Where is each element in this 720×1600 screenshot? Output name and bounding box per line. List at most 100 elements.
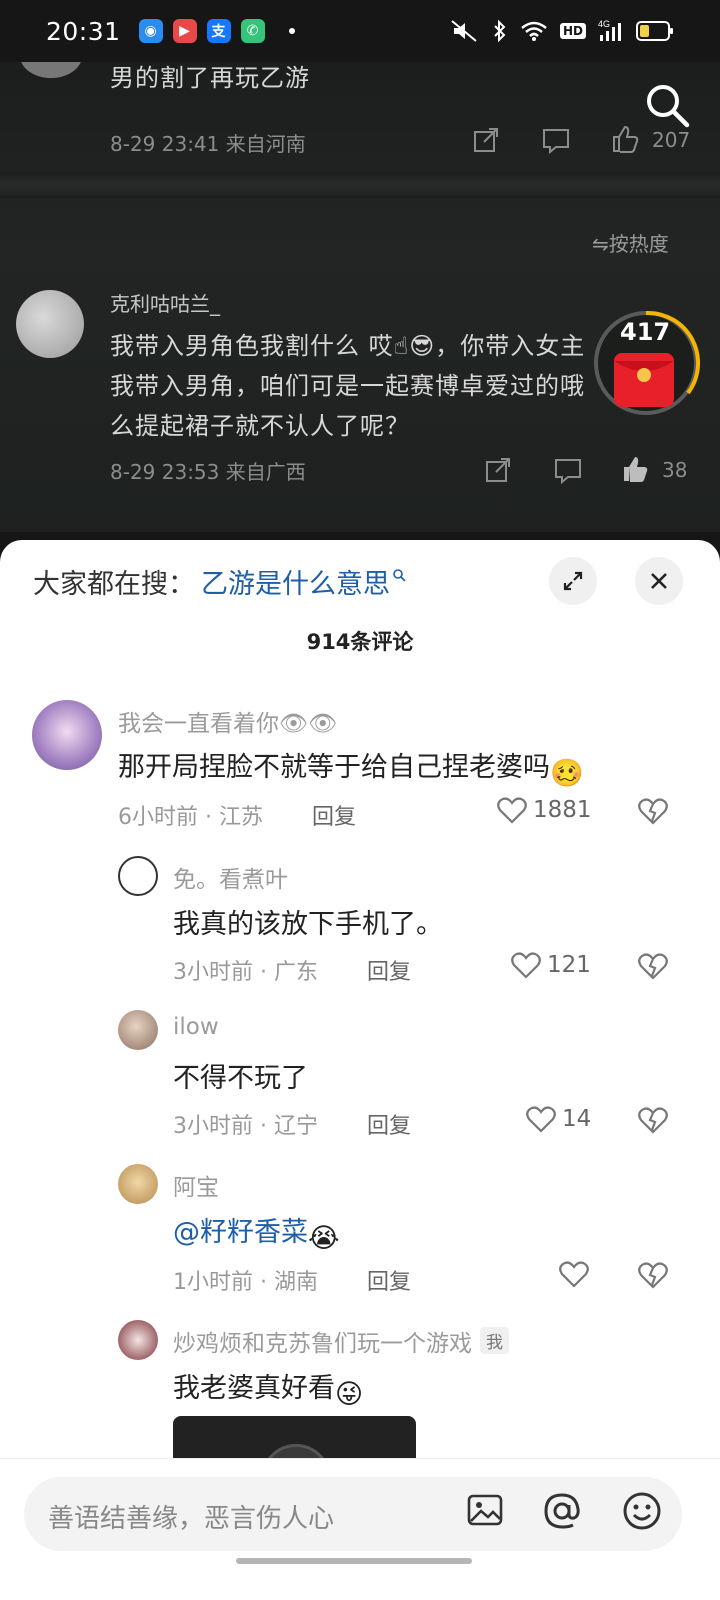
- search-icon[interactable]: [644, 82, 690, 128]
- broken-heart-icon[interactable]: [638, 1106, 668, 1134]
- comment-input-placeholder: 善语结善缘，恶言伤人心: [48, 1504, 335, 1534]
- liked-icon: [624, 457, 648, 482]
- mute-icon: [451, 20, 477, 42]
- mention-link[interactable]: @籽籽香菜: [173, 1217, 308, 1248]
- reply-button[interactable]: 回复: [367, 1264, 411, 1296]
- mention-icon[interactable]: [542, 1491, 582, 1531]
- comment-line-2: 我带入男角，咱们可是一起赛博卓爱过的哦: [110, 372, 585, 400]
- share-icon: [474, 128, 498, 152]
- comment-text: @籽籽香菜😭: [173, 1210, 340, 1254]
- hot-search-bar: 大家都在搜： 乙游是什么意思: [33, 562, 408, 601]
- avatar[interactable]: [118, 1320, 158, 1360]
- eyes-emoji-icon: 👁👁: [279, 711, 338, 737]
- me-badge: 我: [480, 1327, 509, 1354]
- close-button[interactable]: [635, 557, 683, 605]
- emoji-icon[interactable]: [622, 1491, 662, 1531]
- more-notifications-dot: [288, 28, 295, 34]
- heart-icon: [559, 1261, 589, 1288]
- avatar[interactable]: [118, 856, 158, 896]
- comment-meta: 1小时前 · 湖南: [173, 1270, 318, 1295]
- comment-icon: [543, 129, 569, 154]
- comment-author[interactable]: ilow: [173, 1014, 219, 1040]
- drool-emoji-icon: 🥴: [550, 758, 584, 789]
- hd-icon: HD: [559, 23, 586, 39]
- avatar[interactable]: [32, 700, 102, 770]
- like-button[interactable]: 1881: [497, 796, 592, 824]
- comment-author: 克利咕咕兰_: [110, 292, 220, 316]
- comment-line-3: 么提起裙子就不认人了呢？: [110, 412, 410, 440]
- like-count: 121: [547, 952, 591, 978]
- comment-author-avatar: [16, 290, 84, 358]
- crying-emoji-icon: 😭: [308, 1223, 340, 1254]
- comment-text: 不得不玩了: [173, 1063, 308, 1094]
- battery-icon: [636, 21, 673, 41]
- top-comment-avatar: [20, 62, 82, 78]
- comment-author[interactable]: 我会一直看着你👁👁: [118, 704, 337, 738]
- comment-meta: 3小时前 · 辽宁: [173, 1114, 318, 1139]
- home-indicator[interactable]: [236, 1558, 472, 1564]
- comment-input[interactable]: 善语结善缘，恶言伤人心: [24, 1477, 682, 1551]
- bluetooth-icon: [494, 19, 506, 43]
- comment-text: 那开局捏脸不就等于给自己捏老婆吗🥴: [118, 752, 584, 789]
- comment-icon-2: [555, 459, 581, 484]
- alipay-icon: 支: [206, 19, 231, 43]
- reply-button[interactable]: 回复: [312, 799, 356, 831]
- status-right-icons: HD 4G: [450, 19, 674, 43]
- wifi-icon: [521, 21, 547, 41]
- wink-tongue-emoji-icon: 😜: [335, 1379, 364, 1410]
- phone-icon: ✆: [240, 19, 265, 43]
- comment-meta: 8-29 23:53 来自广西: [110, 460, 306, 484]
- share-icon-2: [486, 458, 510, 482]
- status-time: 20:31: [46, 16, 121, 46]
- video-player[interactable]: 男的割了再玩乙游 8-29 23:41 来自河南 207 ⇋按热度 克利咕咕兰_…: [0, 62, 720, 532]
- reply-button[interactable]: 回复: [367, 1108, 411, 1140]
- comment-text: 我老婆真好看😜: [173, 1373, 364, 1410]
- like-button[interactable]: 121: [511, 951, 591, 979]
- comment-line-1: 我带入男角色我割什么 哎☝😎，你带入女主: [110, 332, 586, 360]
- comment-author[interactable]: 阿宝: [173, 1168, 219, 1202]
- broken-heart-icon[interactable]: [638, 797, 668, 825]
- like-count: 1881: [533, 797, 592, 823]
- comment-author[interactable]: 免。看煮叶: [173, 860, 288, 894]
- video-separator: [0, 172, 720, 198]
- reply-button[interactable]: 回复: [367, 954, 411, 986]
- comment-count-title: 914条评论: [306, 630, 414, 654]
- sort-icon: ⇋: [592, 232, 609, 256]
- comment-meta: 6小时前 · 江苏: [118, 805, 263, 830]
- signal-4g-icon: 4G: [598, 19, 621, 41]
- like-count: 14: [562, 1106, 592, 1132]
- comment-text: 我真的该放下手机了。: [173, 909, 443, 940]
- comment-author[interactable]: 炒鸡烦和克苏鲁们玩一个游戏我: [173, 1324, 509, 1358]
- close-icon: [651, 573, 667, 589]
- browser-icon: ◉: [138, 19, 163, 43]
- expand-button[interactable]: [549, 557, 597, 605]
- heart-icon: [526, 1106, 556, 1133]
- like-button[interactable]: 14: [526, 1105, 591, 1133]
- small-search-icon: [393, 568, 406, 582]
- glasses-emoji-icon: 😎: [409, 332, 436, 360]
- like-icon: [613, 125, 639, 153]
- avatar[interactable]: [118, 1164, 158, 1204]
- hot-search-link[interactable]: 乙游是什么意思: [201, 562, 390, 601]
- status-bar: 20:31 ◉ ▶ 支 ✆ HD 4G: [0, 0, 720, 62]
- image-icon[interactable]: [466, 1491, 504, 1529]
- sort-label: ⇋按热度: [592, 232, 669, 256]
- comment-input-bar: 善语结善缘，恶言伤人心: [0, 1458, 720, 1600]
- comment-sheet: 大家都在搜： 乙游是什么意思 914条评论 我会一直看着你👁👁 那开局捏脸不就等…: [0, 540, 720, 1600]
- svg-text:4G: 4G: [598, 19, 610, 29]
- video-app-icon: ▶: [172, 19, 197, 43]
- pointing-emoji-icon: ☝: [393, 332, 410, 360]
- top-comment-meta: 8-29 23:41 来自河南: [110, 132, 306, 156]
- heart-icon: [497, 797, 527, 824]
- broken-heart-icon[interactable]: [638, 952, 668, 980]
- avatar[interactable]: [118, 1010, 158, 1050]
- like-button[interactable]: [559, 1260, 589, 1288]
- heart-icon: [511, 952, 541, 979]
- comment-likes: 38: [662, 458, 688, 482]
- redpacket-count: 417: [620, 318, 671, 346]
- top-comment-text: 男的割了再玩乙游: [110, 64, 310, 92]
- status-app-icons: ◉ ▶ 支 ✆: [138, 19, 295, 43]
- top-comment-likes: 207: [652, 128, 691, 152]
- expand-icon: [563, 571, 583, 591]
- broken-heart-icon[interactable]: [638, 1261, 668, 1289]
